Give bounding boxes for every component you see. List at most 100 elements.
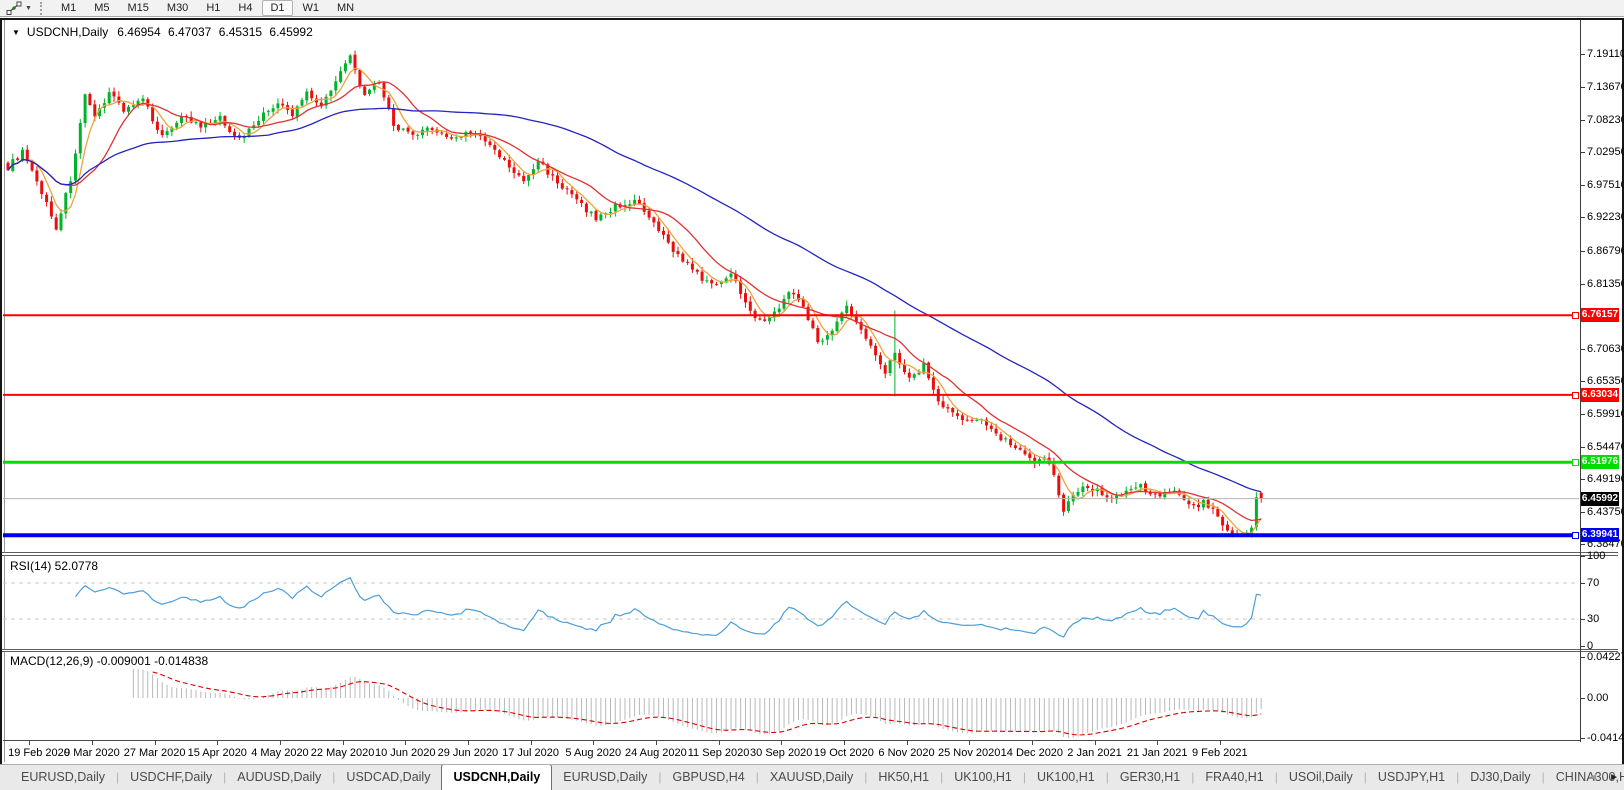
timeframe-button-mn[interactable]: MN <box>329 0 362 16</box>
date-tick-mark <box>655 741 657 745</box>
level-line-marker[interactable] <box>1572 532 1579 540</box>
chart-panel: ▼ USDCNH,Daily 6.46954 6.47037 6.45315 6… <box>0 18 1624 766</box>
chart-tab-dj30-daily[interactable]: DJ30,Daily <box>1459 765 1541 790</box>
chart-tab-gbpusd-h4[interactable]: GBPUSD,H4 <box>661 765 755 790</box>
chart-tab-fra40-h1[interactable]: FRA40,H1 <box>1194 765 1274 790</box>
chart-tab-hk50-h1[interactable]: HK50,H1 <box>867 765 940 790</box>
axis-tick-mark <box>1581 657 1585 658</box>
chart-tab-usdchf-daily[interactable]: USDCHF,Daily <box>119 765 223 790</box>
rsi-indicator-label: RSI(14) 52.0778 <box>10 559 99 573</box>
chart-tab-eurusd-daily[interactable]: EURUSD,Daily <box>10 765 116 790</box>
date-tick-label: 19 Oct 2020 <box>813 747 874 759</box>
date-axis[interactable]: 19 Feb 2020 9 Mar 2020 27 Mar 2020 15 Apr 2… <box>3 740 1580 763</box>
rsi-chart-canvas[interactable] <box>3 556 1579 649</box>
timeframe-buttons: M1 M5 M15 M30 H1 H4 D1 W1 MN <box>53 0 362 16</box>
price-tick-label: 6.81350 <box>1587 277 1624 290</box>
timeframe-button-h4[interactable]: H4 <box>230 0 260 16</box>
timeframe-button-w1[interactable]: W1 <box>295 0 328 16</box>
axis-tick-mark <box>1581 583 1585 584</box>
date-tick-label: 17 Jul 2020 <box>502 747 560 759</box>
toolbar-grip-handle[interactable] <box>39 1 46 15</box>
price-tick-label: 6.54470 <box>1587 441 1624 453</box>
moving-average-line-55 <box>7 107 1262 493</box>
level-price-tag: 6.51976 <box>1581 455 1619 470</box>
chart-tab-usoil-daily[interactable]: USOil,Daily <box>1278 765 1364 790</box>
chart-tab-ger30-h1[interactable]: GER30,H1 <box>1109 765 1191 790</box>
chart-tab-eurusd-daily[interactable]: EURUSD,Daily <box>552 765 658 790</box>
date-tick-mark <box>154 741 156 745</box>
date-tick-label: 29 Jun 2020 <box>437 747 499 759</box>
chart-tab-usdjpy-h1[interactable]: USDJPY,H1 <box>1367 765 1456 790</box>
chart-tab-usdcnh-daily[interactable]: USDCNH,Daily <box>441 765 553 790</box>
tab-scroll-left-icon[interactable]: ◄ <box>1588 772 1598 783</box>
price-tick-label: 6.70630 <box>1587 342 1624 355</box>
date-tick-mark <box>29 741 31 745</box>
axis-tick-mark <box>1581 348 1585 350</box>
date-tick-label: 5 Aug 2020 <box>565 747 622 759</box>
axis-tick-mark <box>1581 544 1585 546</box>
chart-menu-icon[interactable]: ▼ <box>12 28 20 37</box>
chart-title: ▼ USDCNH,Daily 6.46954 6.47037 6.45315 6… <box>12 25 313 39</box>
chart-tab-uk100-h1[interactable]: UK100,H1 <box>1026 765 1106 790</box>
timeframe-button-d1[interactable]: D1 <box>262 0 293 16</box>
date-tick-mark <box>91 741 93 745</box>
chart-tab-xauusd-daily[interactable]: XAUUSD,Daily <box>759 765 864 790</box>
macd-tick-label: 0.042275 <box>1587 651 1624 663</box>
date-tick-label: 19 Feb 2020 <box>8 747 70 759</box>
line-studies-icon[interactable] <box>5 1 23 16</box>
chart-tab-usdcad-daily[interactable]: USDCAD,Daily <box>335 765 441 790</box>
date-tick-mark <box>342 741 344 745</box>
level-price-tag: 6.76157 <box>1581 308 1619 323</box>
chart-symbol-label: USDCNH,Daily <box>26 25 109 39</box>
chart-tab-bar: EURUSD,Daily | USDCHF,Daily | AUDUSD,Daily | U… <box>0 764 1624 790</box>
date-tick-mark <box>217 741 219 745</box>
axis-tick-mark <box>1581 120 1585 122</box>
date-tick-label: 4 May 2020 <box>251 747 309 759</box>
level-line-marker[interactable] <box>1572 459 1579 467</box>
date-tick-label: 25 Nov 2020 <box>937 747 1001 759</box>
axis-tick-mark <box>1581 54 1585 55</box>
price-chart-canvas[interactable] <box>3 20 1579 552</box>
macd-tick-label: 0.00 <box>1587 692 1609 704</box>
timeframe-button-m15[interactable]: M15 <box>120 0 157 16</box>
timeframe-toolbar: ▼ M1 M5 M15 M30 H1 H4 D1 W1 MN <box>0 0 1624 17</box>
timeframe-button-m1[interactable]: M1 <box>53 0 84 16</box>
date-tick-label: 6 Nov 2020 <box>878 747 935 759</box>
axis-tick-mark <box>1581 283 1585 285</box>
date-tick-mark <box>718 741 720 745</box>
date-tick-mark <box>843 741 845 745</box>
timeframe-button-m30[interactable]: M30 <box>159 0 196 16</box>
timeframe-button-m5[interactable]: M5 <box>86 0 117 16</box>
tab-scroll-right-icon[interactable]: ► <box>1609 772 1619 783</box>
level-line-marker[interactable] <box>1572 391 1579 399</box>
price-axis[interactable]: 7.19110 7.13670 7.08230 7.02950 6.97510 6.922… <box>1580 20 1624 744</box>
level-line-marker[interactable] <box>1572 312 1579 320</box>
macd-chart-canvas[interactable] <box>3 652 1579 740</box>
price-tick-label: 7.08230 <box>1587 114 1624 127</box>
date-tick-mark <box>405 741 407 745</box>
date-tick-mark <box>1094 741 1096 745</box>
axis-tick-mark <box>1581 646 1585 647</box>
price-tick-label: 6.86790 <box>1587 244 1624 257</box>
date-tick-mark <box>1219 741 1221 745</box>
price-tick-label: 7.19110 <box>1587 48 1624 60</box>
macd-indicator-label: MACD(12,26,9) -0.009001 -0.014838 <box>10 654 209 668</box>
axis-tick-mark <box>1581 738 1585 739</box>
date-tick-label: 15 Apr 2020 <box>187 747 247 759</box>
price-tick-label: 6.65350 <box>1587 374 1624 387</box>
date-tick-mark <box>969 741 971 745</box>
axis-tick-mark <box>1581 447 1585 448</box>
chart-tab-audusd-daily[interactable]: AUDUSD,Daily <box>226 765 332 790</box>
date-tick-label: 21 Jan 2021 <box>1126 747 1188 759</box>
line-studies-dropdown-icon[interactable]: ▼ <box>25 5 32 12</box>
rsi-tick-label: 100 <box>1587 550 1606 562</box>
mt4-terminal: ▼ M1 M5 M15 M30 H1 H4 D1 W1 MN ▼ USDCNH,Daily 6.… <box>0 0 1624 790</box>
chart-tabs: EURUSD,Daily | USDCHF,Daily | AUDUSD,Daily | U… <box>10 765 1624 790</box>
macd-tick-label: -0.04148 <box>1587 732 1624 744</box>
timeframe-button-h1[interactable]: H1 <box>198 0 228 16</box>
price-tick-label: 6.43750 <box>1587 506 1624 519</box>
date-tick-label: 27 Mar 2020 <box>123 747 186 759</box>
date-tick-label: 30 Sep 2020 <box>750 747 813 759</box>
moving-average-line-13 <box>7 81 1262 522</box>
chart-tab-uk100-h1[interactable]: UK100,H1 <box>943 765 1023 790</box>
